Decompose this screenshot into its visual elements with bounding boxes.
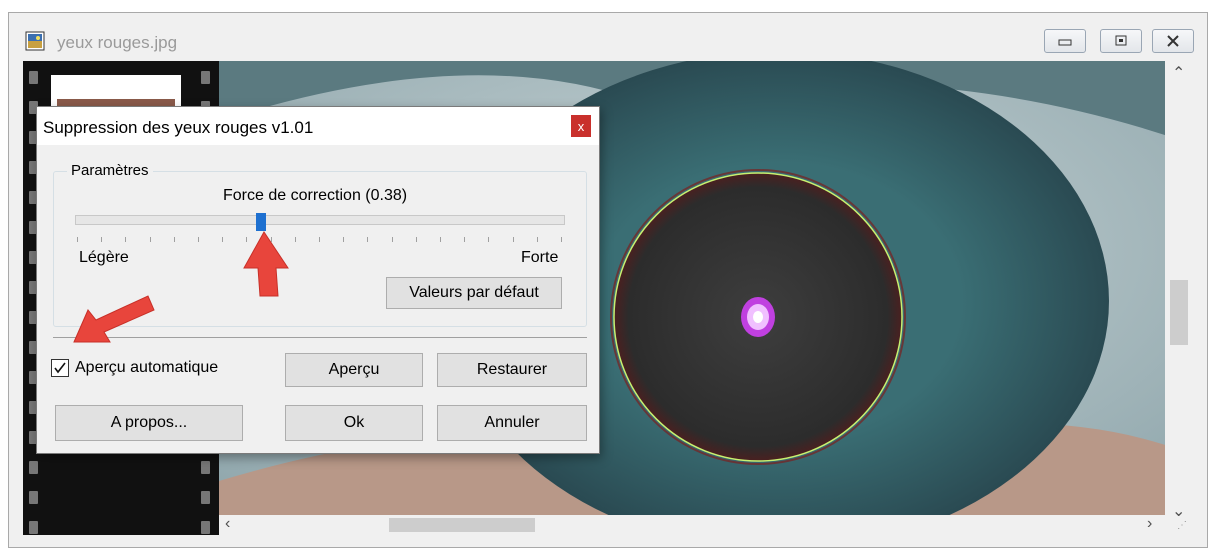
minimize-button[interactable] xyxy=(1044,29,1086,53)
film-perforation xyxy=(29,521,38,534)
slider-tick xyxy=(319,237,320,242)
slider-tick xyxy=(343,237,345,242)
ok-button-label: Ok xyxy=(343,414,365,431)
slider-tick xyxy=(198,237,199,242)
dialog-title: Suppression des yeux rouges v1.01 xyxy=(43,118,314,137)
film-perforation xyxy=(201,521,210,534)
dialog-titlebar[interactable]: Suppression des yeux rouges v1.01 x xyxy=(37,107,599,145)
about-button[interactable]: A propos... xyxy=(55,405,243,441)
slider-label: Force de correction (0.38) xyxy=(223,187,408,204)
minimize-icon xyxy=(1058,39,1072,46)
correction-slider-track[interactable] xyxy=(75,215,565,225)
red-eye-dialog: Suppression des yeux rouges v1.01 x Para… xyxy=(36,106,600,454)
slider-tick xyxy=(222,237,224,242)
scroll-up-icon[interactable]: ⌃ xyxy=(1172,63,1185,83)
slider-tick xyxy=(125,237,127,242)
close-icon: x xyxy=(577,118,585,134)
slider-tick xyxy=(367,237,369,242)
restore-button[interactable]: Restaurer xyxy=(437,353,587,387)
parameters-group-title: Paramètres xyxy=(67,162,153,179)
slider-tick xyxy=(512,237,514,242)
scroll-down-icon[interactable]: ⌄ xyxy=(1172,501,1185,521)
close-icon xyxy=(1167,35,1179,47)
slider-tick xyxy=(464,237,466,242)
maximize-icon xyxy=(1115,35,1127,46)
ok-button[interactable]: Ok xyxy=(285,405,423,441)
cancel-button-label: Annuler xyxy=(484,414,540,431)
slider-tick xyxy=(488,237,490,242)
scroll-right-icon[interactable]: › xyxy=(1147,515,1152,533)
preview-button-label: Aperçu xyxy=(328,361,380,378)
slider-min-label: Légère xyxy=(79,249,129,266)
resize-grip-icon[interactable]: ⋰ xyxy=(1177,520,1187,531)
slider-tick xyxy=(391,237,393,242)
window-titlebar[interactable]: yeux rouges.jpg xyxy=(9,13,1207,61)
slider-tick xyxy=(173,237,175,242)
window-title: yeux rouges.jpg xyxy=(57,33,178,52)
auto-preview-checkbox[interactable] xyxy=(51,359,69,377)
window-close-button[interactable] xyxy=(1152,29,1194,53)
film-perforation xyxy=(29,461,38,474)
slider-tick xyxy=(440,237,441,242)
maximize-button[interactable] xyxy=(1100,29,1142,53)
slider-ticks xyxy=(77,237,565,243)
about-button-label: A propos... xyxy=(110,414,188,431)
film-perforation xyxy=(201,461,210,474)
slider-tick xyxy=(561,237,562,242)
film-perforation xyxy=(201,71,210,84)
film-perforation xyxy=(201,491,210,504)
image-file-icon xyxy=(25,31,45,51)
slider-tick xyxy=(101,237,103,242)
auto-preview-label[interactable]: Aperçu automatique xyxy=(75,359,218,377)
film-perforation xyxy=(29,491,38,504)
dialog-close-button[interactable]: x xyxy=(571,115,591,137)
annotation-arrow-slider xyxy=(243,231,289,297)
defaults-button-label: Valeurs par défaut xyxy=(409,284,539,301)
preview-button[interactable]: Aperçu xyxy=(285,353,423,387)
defaults-button[interactable]: Valeurs par défaut xyxy=(386,277,562,309)
slider-tick xyxy=(415,237,417,242)
horizontal-scrollbar[interactable]: ‹ › xyxy=(219,515,1165,535)
vertical-scrollbar[interactable]: ⌃ ⌄ xyxy=(1165,61,1191,535)
film-perforation xyxy=(29,71,38,84)
slider-tick xyxy=(536,237,538,242)
cancel-button[interactable]: Annuler xyxy=(437,405,587,441)
vertical-scroll-thumb[interactable] xyxy=(1170,280,1188,345)
checkmark-icon xyxy=(54,362,66,374)
horizontal-scroll-thumb[interactable] xyxy=(389,518,535,532)
slider-max-label: Forte xyxy=(521,249,559,266)
scroll-left-icon[interactable]: ‹ xyxy=(225,515,230,533)
restore-button-label: Restaurer xyxy=(476,361,548,378)
slider-tick xyxy=(77,237,78,242)
slider-tick xyxy=(149,237,151,242)
annotation-arrow-checkbox xyxy=(73,295,155,343)
